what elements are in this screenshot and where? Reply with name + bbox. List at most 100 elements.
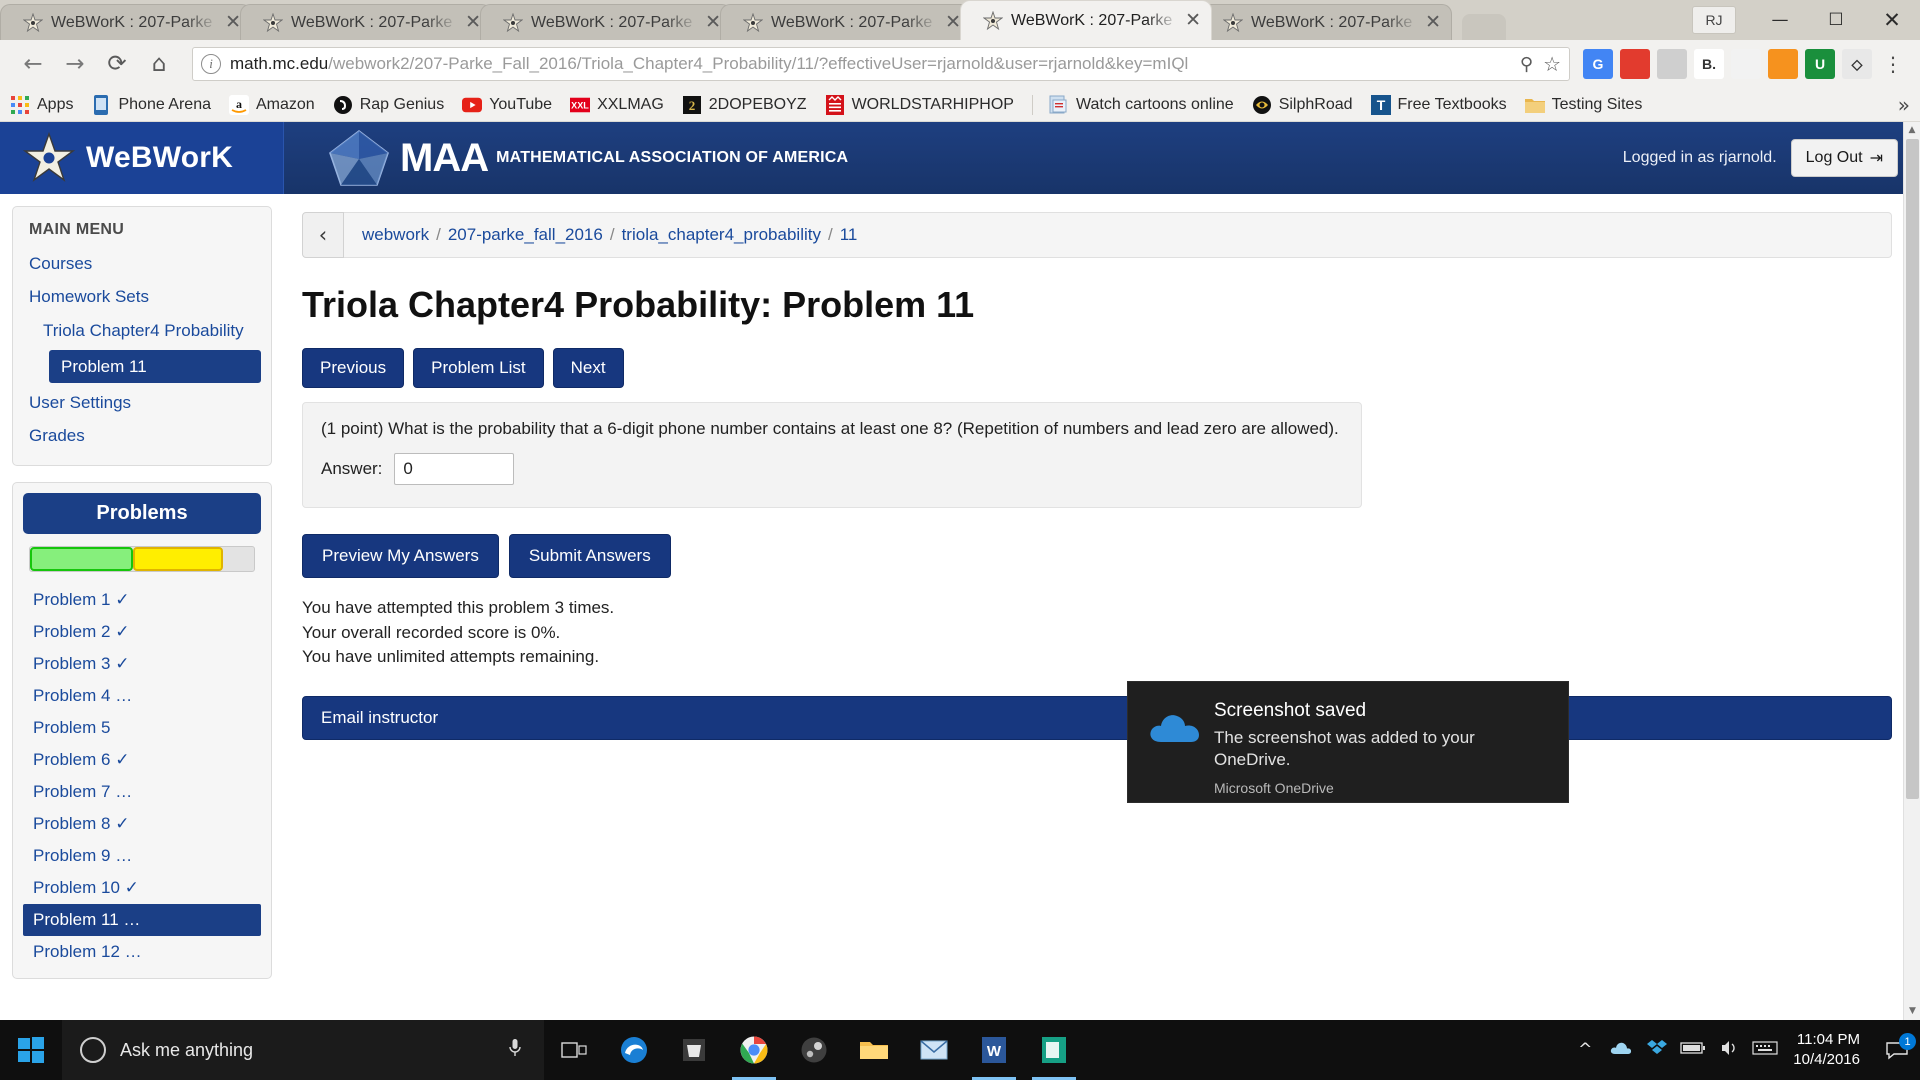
minimize-button[interactable]: — — [1752, 0, 1808, 40]
shield-extension[interactable]: ◇ — [1842, 49, 1872, 79]
problem-link[interactable]: Problem 11 … — [23, 903, 261, 936]
browser-tab[interactable]: WeBWorK : 207-Parke ✕ — [720, 4, 972, 40]
taskbar-store-icon[interactable] — [664, 1020, 724, 1080]
tray-dropbox-icon[interactable] — [1639, 1039, 1675, 1062]
grey-extension[interactable] — [1657, 49, 1687, 79]
task-view-button[interactable] — [544, 1020, 604, 1080]
taskbar-steam-icon[interactable] — [784, 1020, 844, 1080]
chrome-menu-icon[interactable]: ⋮ — [1880, 52, 1906, 76]
next-button[interactable]: Next — [552, 348, 624, 388]
tab-close-icon[interactable]: ✕ — [465, 13, 481, 32]
taskbar-onenote-icon[interactable] — [1024, 1020, 1084, 1080]
tab-close-icon[interactable]: ✕ — [1425, 13, 1441, 32]
problem-link[interactable]: Problem 12 … — [23, 936, 261, 968]
previous-button[interactable]: Previous — [302, 348, 405, 388]
onedrive-toast[interactable]: Screenshot saved The screenshot was adde… — [1128, 682, 1568, 802]
logout-button[interactable]: Log Out ⇥ — [1790, 139, 1898, 177]
scroll-down-arrow-icon[interactable]: ▼ — [1904, 1003, 1920, 1020]
taskbar-file-explorer-icon[interactable] — [844, 1020, 904, 1080]
zoom-icon[interactable]: ⚲ — [1520, 54, 1533, 75]
tab-close-icon[interactable]: ✕ — [705, 13, 721, 32]
bookmark-item[interactable]: Phone Arena — [91, 94, 211, 115]
problem-link[interactable]: Problem 5 — [23, 712, 261, 744]
bookmark-item[interactable]: T Free Textbooks — [1370, 94, 1507, 115]
problem-link[interactable]: Problem 9 … — [23, 840, 261, 872]
sidebar-item-grades[interactable]: Grades — [13, 419, 271, 452]
tab-close-icon[interactable]: ✕ — [225, 13, 241, 32]
sidebar-item-courses[interactable]: Courses — [13, 247, 271, 280]
reload-icon[interactable]: ⟳ — [98, 45, 136, 83]
problem-link[interactable]: Problem 4 … — [23, 680, 261, 712]
email-instructor-button[interactable]: Email instructor — [302, 695, 1892, 740]
browser-tab[interactable]: WeBWorK : 207-Parke ✕ — [240, 4, 492, 40]
bookmark-item[interactable]: WORLDSTARHIPHOP — [825, 94, 1014, 115]
pocket-extension[interactable] — [1731, 49, 1761, 79]
orange-extension[interactable] — [1768, 49, 1798, 79]
start-button[interactable] — [0, 1020, 62, 1080]
adblock-extension[interactable] — [1620, 49, 1650, 79]
forward-icon[interactable]: → — [56, 45, 94, 83]
new-tab-button[interactable] — [1462, 14, 1506, 40]
bookmark-item[interactable]: Rap Genius — [333, 95, 444, 115]
bookmark-star-icon[interactable]: ☆ — [1543, 52, 1561, 76]
submit-answers-button[interactable]: Submit Answers — [508, 534, 671, 578]
browser-tab[interactable]: WeBWorK : 207-Parke ✕ — [960, 0, 1212, 40]
bookmarks-overflow-icon[interactable]: » — [1898, 93, 1910, 117]
taskbar-chrome-icon[interactable] — [724, 1020, 784, 1080]
tray-battery-icon[interactable] — [1675, 1040, 1711, 1060]
breadcrumb-back-icon[interactable]: ‹ — [302, 212, 344, 258]
preview-my-answers-button[interactable]: Preview My Answers — [302, 534, 499, 578]
bookmark-item[interactable]: 2 2DOPEBOYZ — [682, 95, 807, 115]
close-window-button[interactable]: ✕ — [1864, 0, 1920, 40]
bookmark-item[interactable]: XXL XXLMAG — [570, 95, 664, 115]
bookmark-item[interactable]: YouTube — [462, 95, 552, 115]
problem-link[interactable]: Problem 10 ✓ — [23, 872, 261, 904]
problem-link[interactable]: Problem 6 ✓ — [23, 744, 261, 776]
tray-expand-icon[interactable]: ^ — [1567, 1040, 1603, 1060]
tray-onedrive-icon[interactable] — [1603, 1040, 1639, 1061]
problem-link[interactable]: Problem 1 ✓ — [23, 584, 261, 616]
action-center-button[interactable]: 1 — [1874, 1033, 1920, 1060]
webwork-logo[interactable]: WeBWorK — [0, 122, 284, 194]
browser-tab[interactable]: WeBWorK : 207-Parke ✕ — [480, 4, 732, 40]
google-translate-extension[interactable]: G — [1583, 49, 1613, 79]
taskbar-mail-icon[interactable] — [904, 1020, 964, 1080]
taskbar-clock[interactable]: 11:04 PM 10/4/2016 — [1783, 1030, 1874, 1071]
scrollbar-thumb[interactable] — [1906, 139, 1919, 799]
home-icon[interactable]: ⌂ — [140, 45, 178, 83]
bookmark-item[interactable]: Watch cartoons online — [1049, 95, 1234, 115]
breadcrumb-link[interactable]: 207-parke_fall_2016 — [448, 225, 603, 245]
bookmark-item[interactable]: a Amazon — [229, 94, 315, 115]
problem-link[interactable]: Problem 3 ✓ — [23, 648, 261, 680]
breadcrumb-link[interactable]: webwork — [362, 225, 429, 245]
cortana-search-box[interactable]: Ask me anything — [62, 1020, 544, 1080]
tab-close-icon[interactable]: ✕ — [945, 13, 961, 32]
tab-close-icon[interactable]: ✕ — [1185, 11, 1201, 30]
problem-link[interactable]: Problem 7 … — [23, 776, 261, 808]
taskbar-edge-icon[interactable] — [604, 1020, 664, 1080]
scroll-up-arrow-icon[interactable]: ▲ — [1904, 122, 1920, 139]
address-bar[interactable]: i math.mc.edu/webwork2/207-Parke_Fall_20… — [192, 47, 1570, 81]
maximize-button[interactable]: ☐ — [1808, 0, 1864, 40]
breadcrumb-link[interactable]: 11 — [840, 225, 858, 245]
browser-tab[interactable]: WeBWorK : 207-Parke ✕ — [1200, 4, 1452, 40]
u-extension[interactable]: U — [1805, 49, 1835, 79]
taskbar-word-icon[interactable]: W — [964, 1020, 1024, 1080]
sidebar-item-user-settings[interactable]: User Settings — [13, 386, 271, 419]
tray-volume-icon[interactable] — [1711, 1039, 1747, 1062]
problem-link[interactable]: Problem 8 ✓ — [23, 808, 261, 840]
browser-tab[interactable]: WeBWorK : 207-Parke ✕ — [0, 4, 252, 40]
sidebar-item-problem-11[interactable]: Problem 11 — [49, 349, 261, 383]
breadcrumb-link[interactable]: triola_chapter4_probability — [622, 225, 821, 245]
tray-keyboard-icon[interactable] — [1747, 1040, 1783, 1061]
page-info-icon[interactable]: i — [201, 54, 221, 74]
microphone-icon[interactable] — [504, 1038, 526, 1063]
sidebar-item-triola-chapter4-probability[interactable]: Triola Chapter4 Probability — [13, 314, 271, 347]
bookmark-item[interactable]: Testing Sites — [1524, 95, 1642, 115]
problem-list-button[interactable]: Problem List — [413, 348, 544, 388]
profile-avatar[interactable]: RJ — [1692, 6, 1736, 34]
bitly-extension[interactable]: B. — [1694, 49, 1724, 79]
sidebar-item-homework-sets[interactable]: Homework Sets — [13, 280, 271, 313]
answer-input[interactable] — [394, 453, 515, 485]
bookmark-item[interactable]: Apps — [10, 95, 73, 115]
